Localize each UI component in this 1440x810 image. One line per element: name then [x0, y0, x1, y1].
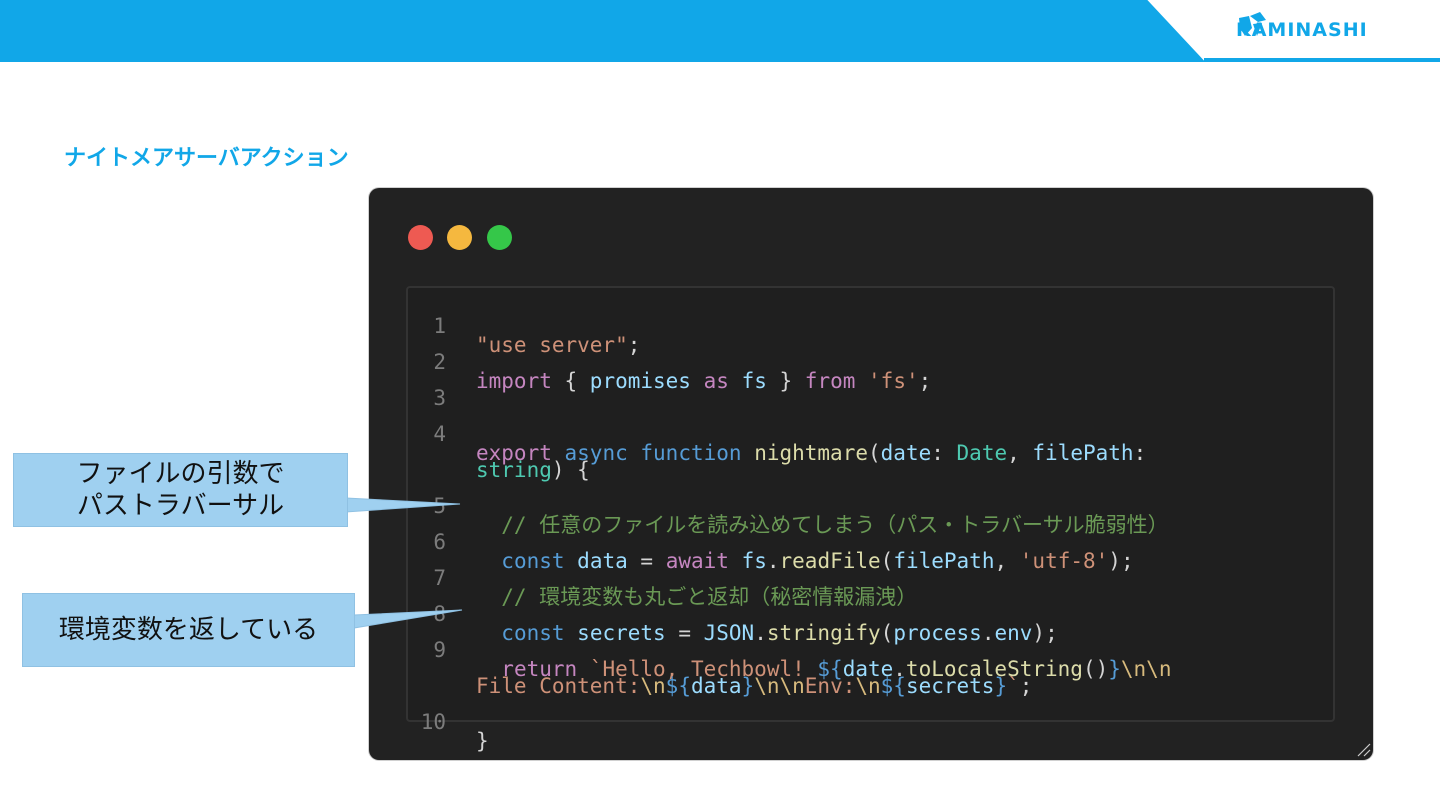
code-line: 3 [408, 364, 1333, 410]
callout-line: 環境変数を返している [58, 614, 319, 645]
kaminashi-logo-icon [1239, 12, 1266, 36]
code-line: 5 // 任意のファイルを読み込めてしまう（パス・トラバーサル脆弱性） [408, 472, 1333, 537]
callout-line: パストラバーサル [76, 491, 285, 521]
code-line: 10 } [408, 688, 1333, 753]
resize-handle-icon[interactable] [1356, 742, 1372, 758]
callout-path-traversal: ファイルの引数で パストラバーサル [13, 453, 348, 527]
maximize-dot-icon[interactable] [487, 225, 512, 250]
code-line: 1 "use server"; [408, 292, 1333, 357]
code-line: 9 return `Hello, Techbowl! ${date.toLoca… [408, 616, 1333, 681]
minimize-dot-icon[interactable] [447, 225, 472, 250]
code-line-wrap: string) { [408, 436, 1333, 482]
code-line: 8 const secrets = JSON.stringify(process… [408, 580, 1333, 645]
code-line: 4 export async function nightmare(date: … [408, 400, 1333, 465]
code-line: 2 import { promises as fs } from 'fs'; [408, 328, 1333, 393]
code-text: } [476, 729, 489, 753]
code-line-wrap: File Content:\n${data}\n\nEnv:\n${secret… [408, 652, 1333, 698]
callout-line: ファイルの引数で [76, 458, 285, 489]
close-dot-icon[interactable] [408, 225, 433, 250]
code-line: 6 const data = await fs.readFile(filePat… [408, 508, 1333, 573]
brand-logo: KAMINASHI [1236, 10, 1368, 50]
line-number: 10 [420, 710, 446, 734]
code-panel: 1 "use server"; 2 import { promises as f… [406, 286, 1335, 753]
code-line: 7 // 環境変数も丸ごと返却（秘密情報漏洩） [408, 544, 1333, 609]
header-banner [0, 0, 1440, 62]
header-bar: KAMINASHI [0, 0, 1440, 62]
callout-env: 環境変数を返している [22, 593, 355, 667]
slide-title: ナイトメアサーバアクション [64, 146, 349, 171]
